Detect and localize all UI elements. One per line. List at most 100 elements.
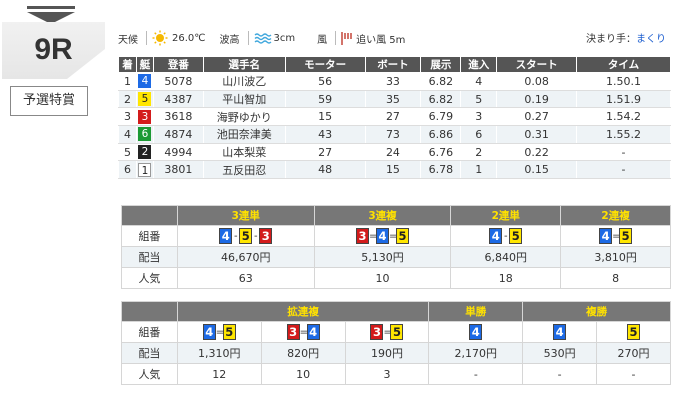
popularity-cell: 3 [344,363,430,385]
exhibit-cell: 6.78 [420,160,462,180]
kimarite-label: 決まり手： [586,34,636,45]
header-boat: 艇 [135,56,154,73]
lane-badge: 2 [138,145,152,160]
boat-badge: 4 [599,228,613,244]
time-cell: - [576,142,671,162]
reg-cell: 5078 [152,72,204,91]
payout-cell: 1,310円 [176,342,262,364]
sun-icon [152,30,168,46]
payout-cell: 6,840円 [450,246,562,268]
payout-cell: 5,130円 [313,246,452,268]
boat-badge: 4 [469,324,483,340]
kimarite-value: まくり [636,34,666,45]
boat-badge: 4 [489,228,503,244]
lane-badge: 4 [138,74,152,89]
combo-cell: 3 =5 [344,321,430,343]
combo-label: 組番 [121,321,178,343]
reg-cell: 4387 [152,89,204,109]
wave-height: 3cm [273,32,296,44]
reg-cell: 3618 [152,107,204,127]
boat-badge: 5 [627,324,641,340]
course-cell: 4 [460,72,498,91]
course-cell: 1 [460,160,498,180]
boat-cell: 27 [364,107,422,127]
popularity-cell: - [596,363,671,385]
combo-cell: 3 =4 =5 [313,225,452,247]
reg-cell: 3801 [152,160,204,180]
payout-cell: 270円 [596,342,671,364]
rank-cell: 6 [118,160,137,180]
payout-label: 配当 [121,342,178,364]
motor-cell: 15 [284,107,366,127]
time-cell: 1.51.9 [576,89,671,109]
header-wide: 拡連複 [176,301,430,322]
boat-cell: 15 [364,160,422,180]
combo-cell: 4 [428,321,524,343]
lane-badge: 1 [138,162,152,177]
boat-badge: 5 [239,228,253,244]
wind-flag-icon [341,32,352,45]
reg-cell: 4994 [152,142,204,162]
popularity-cell: - [522,363,598,385]
exhibit-cell: 6.79 [420,107,462,127]
weather-bar: 天候 26.0℃ 波高 3cm 風 追い風 5m [118,30,427,46]
lane-badge: 3 [138,109,152,124]
boat-badge: 3 [286,324,300,340]
header-start: スタート [496,56,578,73]
lane-cell: 3 [135,107,154,127]
payout-table-top: 3連単 3連複 2連単 2連複 組番 4-5-3 3 =4 =5 4-5 4 =5 配… [121,205,671,289]
racer-name[interactable]: 池田奈津美 [202,125,286,144]
course-cell: 6 [460,125,498,144]
start-cell: 0.19 [496,89,578,109]
start-cell: 0.22 [496,142,578,162]
start-cell: 0.27 [496,107,578,127]
racer-name[interactable]: 五反田忍 [202,160,286,180]
wave-label: 波高 [219,34,240,46]
header-course: 進入 [460,56,498,73]
race-result-table: 着 艇 登番 選手名 モーター ボート 展示 進入 スタート タイム 1 4 5… [118,56,671,180]
header-exhibit: 展示 [420,56,462,73]
payout-cell: 2,170円 [428,342,524,364]
racer-name[interactable]: 海野ゆかり [202,107,286,127]
lane-badge: 6 [138,127,152,142]
kimarite: 決まり手：まくり [586,30,666,45]
combo-row: 組番 4 =5 3 =4 3 =5 4 4 5 [121,321,671,343]
lane-cell: 4 [135,72,154,91]
header-motor: モーター [284,56,366,73]
payout-row: 配当 46,670円 5,130円 6,840円 3,810円 [121,246,671,268]
rank-cell: 5 [118,142,137,162]
popularity-cell: 10 [313,267,452,289]
header-exacta: 2連単 [450,205,562,226]
combo-label: 組番 [121,225,178,247]
boat-badge: 4 [375,228,389,244]
boat-cell: 33 [364,72,422,91]
course-cell: 3 [460,107,498,127]
boat-badge: 3 [370,324,384,340]
payout-cell: 530円 [522,342,598,364]
popularity-cell: - [428,363,524,385]
wind-label: 風 [317,34,328,46]
time-cell: 1.54.2 [576,107,671,127]
race-number-box: 9R [2,22,105,79]
boat-badge: 4 [202,324,216,340]
motor-cell: 48 [284,160,366,180]
start-cell: 0.08 [496,72,578,91]
racer-name[interactable]: 山本梨菜 [202,142,286,162]
payout-header-row: 拡連複 単勝 複勝 [121,301,671,322]
combo-cell: 4 =5 [560,225,671,247]
combo-cell: 3 =4 [260,321,346,343]
boat-cell: 35 [364,89,422,109]
weather-label: 天候 [118,34,138,46]
exhibit-cell: 6.82 [420,72,462,91]
header-name: 選手名 [202,56,286,73]
exhibit-cell: 6.82 [420,89,462,109]
header-rank: 着 [118,56,137,73]
popularity-cell: 63 [176,267,315,289]
payout-cell: 190円 [344,342,430,364]
popularity-row: 人気 12 10 3 - - - [121,363,671,385]
start-cell: 0.31 [496,125,578,144]
exhibit-cell: 6.76 [420,142,462,162]
payout-header-row: 3連単 3連複 2連単 2連複 [121,205,671,226]
racer-name[interactable]: 平山智加 [202,89,286,109]
racer-name[interactable]: 山川波乙 [202,72,286,91]
